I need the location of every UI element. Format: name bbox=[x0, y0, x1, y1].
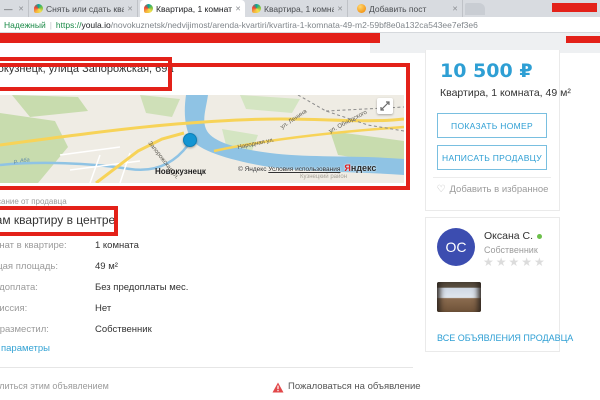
avatar-initials: ОС bbox=[446, 239, 467, 255]
seller-avatar[interactable]: ОС bbox=[437, 228, 475, 266]
write-seller-button[interactable]: НАПИСАТЬ ПРОДАВЦУ bbox=[437, 145, 547, 170]
browser-window: — Нов ✕ Снять или сдать кварти ✕ Квартир… bbox=[0, 0, 600, 400]
detail-value: 1 комната bbox=[95, 240, 139, 251]
map-city-label: Новокузнецк bbox=[155, 167, 206, 176]
detail-label: Комнат в квартире: bbox=[0, 240, 67, 251]
listing-price: 10 500 ₽ bbox=[440, 60, 533, 82]
expand-arrows-icon bbox=[377, 98, 393, 114]
map-terms-link[interactable]: Условия использования bbox=[268, 166, 340, 173]
tab-close-icon[interactable]: ✕ bbox=[235, 5, 241, 13]
redaction-bar-window-controls bbox=[552, 3, 597, 12]
tab-title: Добавить пост bbox=[369, 4, 449, 14]
all-parameters-link[interactable]: Все параметры bbox=[0, 343, 50, 354]
tab-new-partial[interactable]: — Нов ✕ bbox=[0, 0, 29, 17]
url-field[interactable]: https://youla.io/novokuznetsk/nedvijimos… bbox=[56, 20, 478, 30]
listing-summary: Квартира, 1 комната, 49 м² bbox=[440, 87, 571, 99]
add-to-favorites-button[interactable]: ♡ Добавить в избранное bbox=[425, 184, 560, 195]
detail-label: Общая площадь: bbox=[0, 261, 58, 272]
tab-search-rent[interactable]: Снять или сдать кварти ✕ bbox=[30, 0, 138, 17]
address-bar[interactable]: Надежный | https://youla.io/novokuznetsk… bbox=[0, 17, 600, 33]
tab-listing-active[interactable]: Квартира, 1 комната, 49 ✕ bbox=[140, 0, 245, 17]
seller-rating-stars: ★★★★★ bbox=[483, 255, 547, 269]
seller-name: Оксана С. bbox=[484, 230, 542, 242]
detail-row: Общая площадь: 49 м² bbox=[0, 261, 420, 275]
redaction-bar-site-header bbox=[0, 33, 380, 43]
detail-value: Нет bbox=[95, 303, 111, 314]
youla-favicon-icon bbox=[252, 4, 261, 13]
tab-close-icon[interactable]: ✕ bbox=[452, 5, 458, 13]
listing-title: Сдам квартиру в центре bbox=[0, 213, 115, 227]
detail-row: Предоплата: Без предоплаты мес. bbox=[0, 282, 420, 296]
tab-close-icon[interactable]: ✕ bbox=[337, 5, 343, 13]
url-separator: | bbox=[50, 20, 52, 30]
detail-value: Собственник bbox=[95, 324, 152, 335]
online-status-dot bbox=[537, 234, 542, 239]
share-listing-link[interactable]: Поделиться этим объявлением bbox=[0, 381, 109, 391]
detail-value: 49 м² bbox=[95, 261, 118, 272]
map-attribution: © Яндекс Условия использования Яндекс bbox=[238, 163, 376, 173]
tab-title: Квартира, 1 комната, 49 bbox=[156, 4, 232, 14]
tab-close-icon[interactable]: ✕ bbox=[127, 5, 133, 13]
listing-address: Новокузнецк, улица Запорожская, 69а bbox=[0, 63, 174, 75]
tab-add-post[interactable]: Добавить пост ✕ bbox=[353, 0, 463, 17]
detail-label: Предоплата: bbox=[0, 282, 38, 293]
tab-listing-2[interactable]: Квартира, 1 комната, 3 ✕ bbox=[248, 0, 348, 17]
seller-type: Собственник bbox=[484, 245, 538, 255]
divider bbox=[0, 367, 413, 368]
tab-title: Квартира, 1 комната, 3 bbox=[264, 4, 334, 14]
detail-value: Без предоплаты мес. bbox=[95, 282, 188, 293]
detail-row: Комнат в квартире: 1 комната bbox=[0, 240, 420, 254]
tab-title: — Нов bbox=[4, 4, 15, 14]
map-expand-button[interactable] bbox=[377, 98, 393, 114]
post-favicon-icon bbox=[357, 4, 366, 13]
youla-favicon-icon bbox=[34, 4, 43, 13]
detail-label: Кто разместил: bbox=[0, 324, 49, 335]
tab-title: Снять или сдать кварти bbox=[46, 4, 124, 14]
heart-icon: ♡ bbox=[437, 184, 446, 195]
divider bbox=[433, 177, 551, 178]
favorite-label: Добавить в избранное bbox=[450, 184, 549, 195]
all-seller-ads-link[interactable]: ВСЕ ОБЪЯВЛЕНИЯ ПРОДАВЦА bbox=[437, 333, 573, 343]
new-tab-button[interactable] bbox=[465, 3, 485, 15]
show-number-button[interactable]: ПОКАЗАТЬ НОМЕР bbox=[437, 113, 547, 138]
browser-tab-bar: — Нов ✕ Снять или сдать кварти ✕ Квартир… bbox=[0, 0, 600, 17]
report-listing-link[interactable]: Пожаловаться на объявление bbox=[288, 381, 421, 392]
tab-close-icon[interactable]: ✕ bbox=[18, 5, 24, 13]
detail-label: Комиссия: bbox=[0, 303, 27, 314]
map-pin-icon bbox=[183, 133, 197, 147]
map-copyright: © Яндекс bbox=[238, 166, 268, 173]
yandex-logo: Яндекс bbox=[344, 163, 376, 173]
seller-listing-thumbnail[interactable] bbox=[437, 282, 481, 312]
security-badge[interactable]: Надежный bbox=[4, 20, 46, 30]
detail-row: Комиссия: Нет bbox=[0, 303, 420, 317]
description-section-label: Описание от продавца bbox=[0, 197, 67, 206]
url-scheme: https:// bbox=[56, 20, 82, 30]
detail-row: Кто разместил: Собственник bbox=[0, 324, 420, 338]
url-host: youla.io bbox=[81, 20, 110, 30]
redaction-bar-right bbox=[566, 36, 600, 43]
warning-triangle-icon bbox=[272, 380, 284, 398]
map-district-label: Кузнецкий район bbox=[300, 174, 347, 180]
url-path: /novokuznetsk/nedvijimost/arenda-kvartir… bbox=[111, 20, 478, 30]
youla-favicon-icon bbox=[144, 4, 153, 13]
map-container[interactable]: Запорожская ул. Народная ул. ул. Ленина … bbox=[0, 95, 404, 183]
